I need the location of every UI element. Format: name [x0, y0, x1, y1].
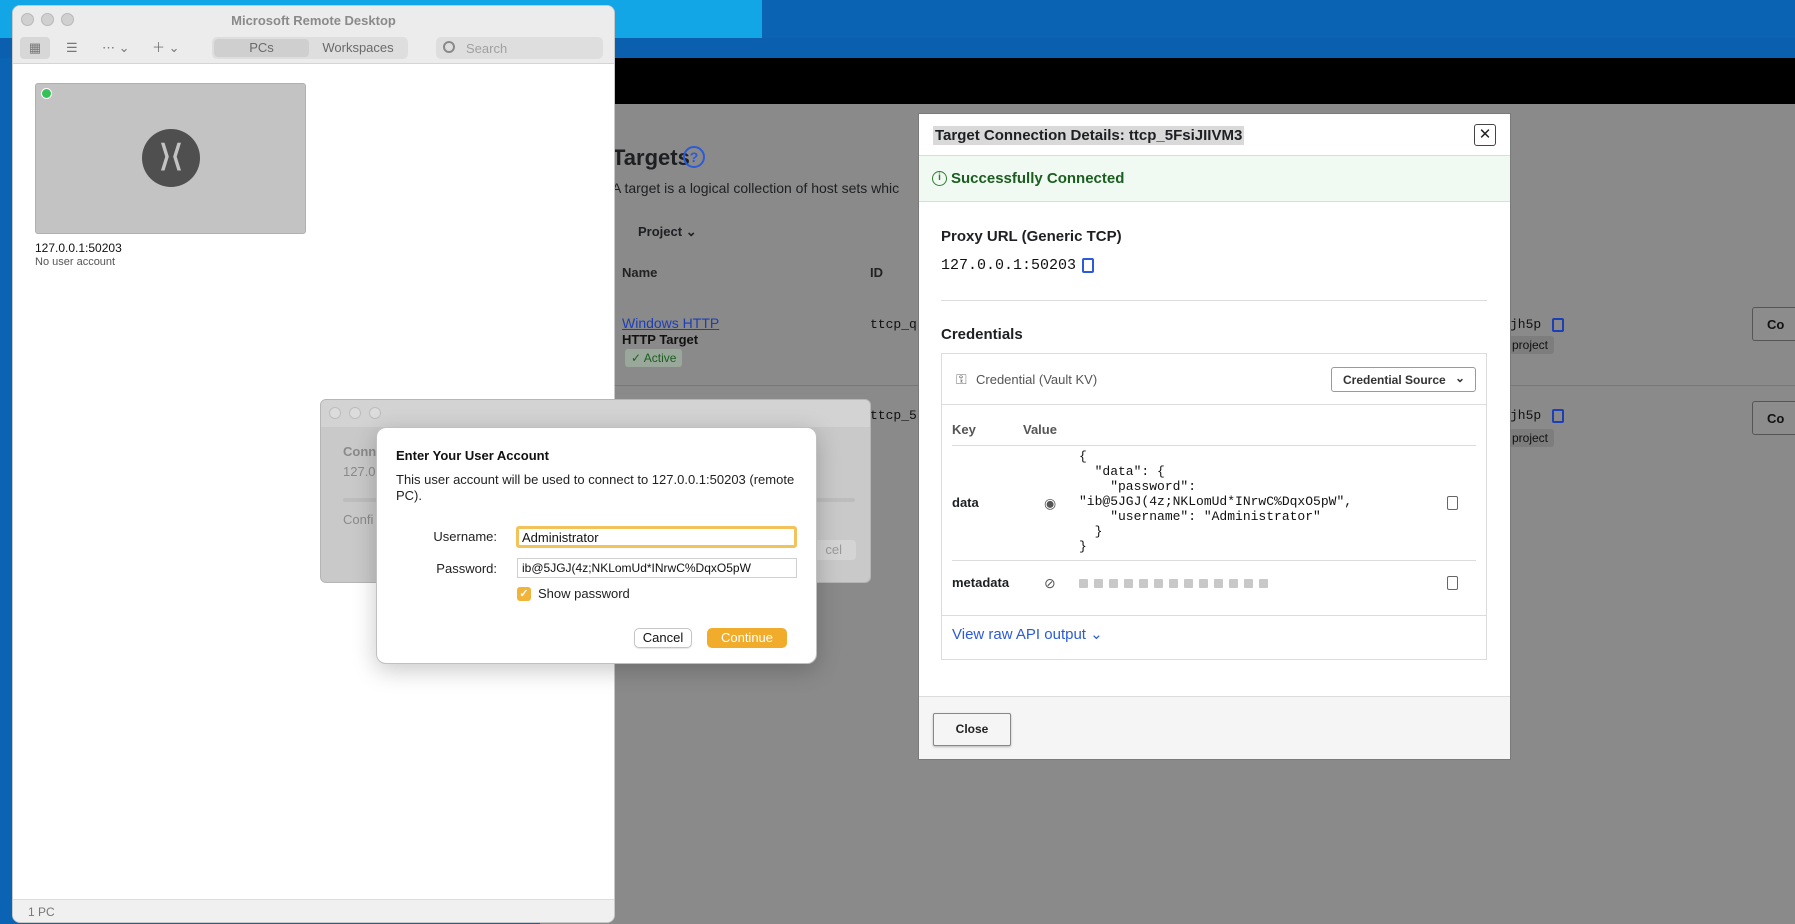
modal-header: Target Connection Details: ttcp_5FsiJIIV…: [919, 114, 1510, 156]
masked-value: [1079, 579, 1268, 588]
credential-header: ⚿ Credential (Vault KV) Credential Sourc…: [942, 354, 1486, 405]
search-icon: [443, 41, 455, 53]
username-label: Username:: [433, 529, 497, 544]
view-raw-api-link[interactable]: View raw API output ⌄: [952, 625, 1103, 643]
connected-status-dot: [41, 88, 52, 99]
project-filter[interactable]: Project ⌄: [638, 224, 697, 240]
target-link-windows-http[interactable]: Windows HTTP: [622, 315, 719, 331]
credential-key-metadata: metadata: [952, 575, 1010, 590]
cancel-button[interactable]: Cancel: [634, 628, 692, 648]
project-filter-label: Project: [638, 224, 683, 239]
check-icon: ✓: [631, 351, 642, 365]
user-account-dialog: Enter Your User Account This user accoun…: [376, 427, 817, 664]
credential-panel: ⚿ Credential (Vault KV) Credential Sourc…: [941, 353, 1487, 660]
column-header-id: ID: [870, 265, 883, 280]
table-divider: [952, 445, 1476, 446]
section-divider: [941, 300, 1487, 301]
search-placeholder: Search: [466, 41, 508, 56]
browser-top-bar: [540, 58, 1795, 104]
proxy-heading: Proxy URL (Generic TCP): [941, 228, 1122, 245]
pc-user-account: No user account: [35, 256, 116, 268]
target-id: ttcp_5l: [870, 408, 925, 423]
copy-icon[interactable]: [1447, 576, 1458, 590]
scope-id: jh5p: [1510, 408, 1542, 423]
tab-workspaces[interactable]: Workspaces: [310, 39, 406, 57]
credential-key-data: data: [952, 495, 979, 510]
pc-tile[interactable]: ⟩⟨: [35, 83, 306, 234]
pc-name: 127.0.0.1:50203: [35, 241, 122, 255]
page-description: A target is a logical collection of host…: [612, 180, 900, 196]
chevron-down-icon: ⌄: [685, 224, 697, 239]
window-titlebar: Microsoft Remote Desktop ▦ ☰ ⋯ ⌄ ＋ ⌄ PCs…: [13, 6, 614, 64]
chevron-down-icon: ⌄: [1090, 626, 1103, 643]
modal-footer: Close: [919, 696, 1510, 759]
connect-button[interactable]: Co: [1752, 401, 1795, 435]
key-icon: ⚿: [956, 371, 967, 387]
table-divider: [952, 560, 1476, 561]
credential-value-data: { "data": { "password": "ib@5JGJ(4z;NKLo…: [1079, 449, 1353, 554]
close-icon[interactable]: ✕: [1474, 124, 1496, 146]
target-type: HTTP Target: [622, 332, 699, 347]
connecting-status: Confi: [343, 512, 374, 527]
dialog-description: This user account will be used to connec…: [396, 472, 795, 503]
info-icon: i: [932, 171, 947, 186]
success-message: Successfully Connected: [951, 170, 1125, 187]
credential-source-label: Credential Source: [1343, 373, 1446, 387]
show-password-label: Show password: [538, 586, 630, 601]
success-banner: i Successfully Connected: [919, 156, 1510, 202]
close-window-button[interactable]: [329, 407, 341, 419]
connect-button[interactable]: Co: [1752, 307, 1795, 341]
grid-view-icon[interactable]: ▦: [20, 37, 50, 59]
show-password-checkbox[interactable]: ✓: [517, 587, 531, 601]
remote-desktop-icon: ⟩⟨: [142, 129, 200, 187]
copy-icon[interactable]: [1552, 409, 1564, 423]
proxy-url: 127.0.0.1:50203: [941, 257, 1077, 274]
zoom-window-button[interactable]: [369, 407, 381, 419]
status-badge-label: Active: [643, 351, 677, 365]
credentials-heading: Credentials: [941, 326, 1023, 343]
page-title: Targets: [612, 145, 690, 170]
credential-name: Credential (Vault KV): [976, 372, 1098, 387]
panel-divider: [942, 615, 1486, 616]
username-field[interactable]: Administrator: [516, 526, 797, 548]
window-title: Microsoft Remote Desktop: [231, 13, 396, 28]
eye-icon[interactable]: ◉: [1044, 495, 1056, 512]
close-button[interactable]: Close: [933, 713, 1011, 746]
view-segmented-control: PCs Workspaces: [212, 37, 408, 59]
key-column-header: Key: [952, 422, 976, 437]
scope-badge: project: [1506, 336, 1555, 354]
eye-slash-icon[interactable]: ⊘: [1044, 575, 1056, 592]
scope-id: jh5p: [1510, 317, 1542, 332]
dialog-title: Enter Your User Account: [396, 448, 549, 463]
target-id: ttcp_ql: [870, 317, 925, 332]
column-header-name: Name: [622, 265, 658, 280]
minimize-window-button[interactable]: [349, 407, 361, 419]
continue-button[interactable]: Continue: [707, 628, 787, 648]
copy-icon[interactable]: [1082, 258, 1094, 273]
credential-source-dropdown[interactable]: Credential Source ⌄: [1331, 367, 1476, 392]
connecting-titlebar: [321, 400, 870, 427]
password-field[interactable]: ib@5JGJ(4z;NKLomUd*INrwC%DqxO5pW: [517, 558, 797, 578]
status-badge: ✓ Active: [625, 349, 683, 367]
value-column-header: Value: [1023, 422, 1057, 437]
password-label: Password:: [436, 561, 497, 576]
search-input[interactable]: Search: [436, 37, 603, 59]
modal-title: Target Connection Details: ttcp_5FsiJIIV…: [933, 126, 1245, 145]
tab-pcs[interactable]: PCs: [214, 39, 309, 57]
list-view-icon[interactable]: ☰: [66, 37, 78, 59]
view-raw-api-label: View raw API output: [952, 626, 1086, 643]
scope-badge: project: [1506, 429, 1555, 447]
more-options-icon[interactable]: ⋯ ⌄: [102, 37, 130, 59]
status-bar: 1 PC: [13, 899, 614, 922]
copy-icon[interactable]: [1552, 318, 1564, 332]
connecting-title: Conn: [343, 444, 377, 459]
copy-icon[interactable]: [1447, 496, 1458, 510]
chevron-down-icon: ⌄: [1454, 371, 1465, 385]
target-connection-modal: Target Connection Details: ttcp_5FsiJIIV…: [918, 113, 1511, 760]
connecting-target: 127.0.: [343, 464, 380, 479]
add-icon[interactable]: ＋ ⌄: [152, 37, 180, 59]
help-icon[interactable]: ?: [683, 146, 705, 168]
